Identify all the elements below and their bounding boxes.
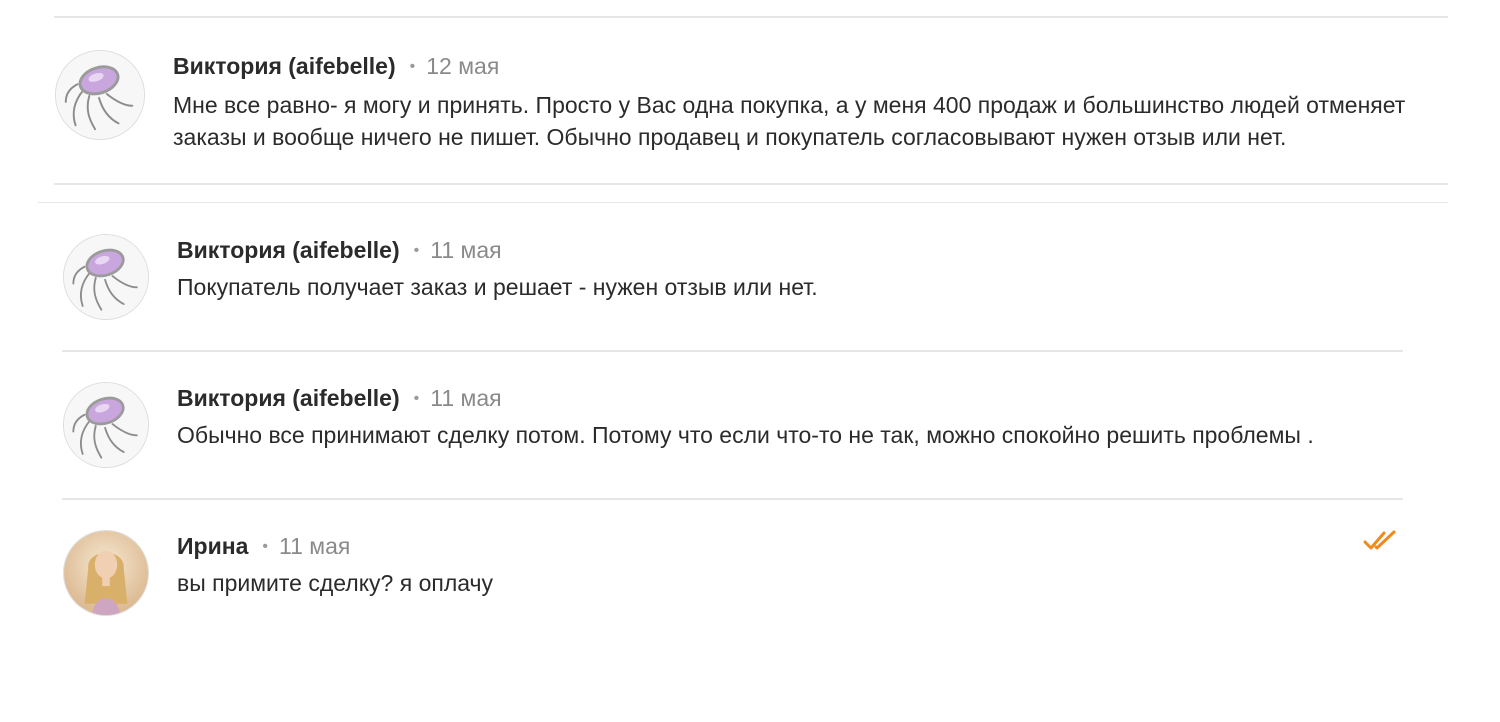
message-header: Виктория (aifebelle) • 11 мая — [177, 384, 502, 416]
meta-separator: • — [262, 538, 269, 555]
ring-amethyst-avatar-icon — [56, 51, 144, 139]
meta-separator: • — [413, 390, 420, 407]
message-text: вы примите сделку? я оплачу — [177, 570, 494, 596]
avatar[interactable] — [55, 50, 145, 140]
divider — [62, 498, 1403, 500]
avatar[interactable] — [63, 234, 149, 320]
message-date: 11 мая — [430, 237, 502, 263]
user-photo-avatar-icon — [64, 531, 148, 615]
divider — [54, 183, 1448, 185]
message-header: Ирина • 11 мая — [177, 532, 350, 564]
message-text: Обычно все принимают сделку потом. Потом… — [177, 422, 1314, 448]
message-header: Виктория (aifebelle) • 12 мая — [173, 52, 499, 84]
author-name[interactable]: Виктория (aifebelle) — [177, 237, 400, 263]
message-date: 11 мая — [279, 533, 351, 559]
message-text: Мне все равно- я могу и принять. Просто … — [173, 92, 1406, 150]
ring-amethyst-avatar-icon — [64, 235, 148, 319]
meta-separator: • — [409, 58, 416, 75]
author-name[interactable]: Виктория (aifebelle) — [173, 53, 396, 79]
divider-top — [54, 16, 1448, 18]
message-date: 12 мая — [426, 53, 500, 79]
divider — [62, 350, 1403, 352]
divider — [38, 202, 1448, 203]
message-date: 11 мая — [430, 385, 502, 411]
avatar[interactable] — [63, 382, 149, 468]
message-header: Виктория (aifebelle) • 11 мая — [177, 236, 502, 268]
meta-separator: • — [413, 242, 420, 259]
double-check-read-icon — [1363, 530, 1396, 550]
author-name[interactable]: Виктория (aifebelle) — [177, 385, 400, 411]
message-text: Покупатель получает заказ и решает - нуж… — [177, 274, 818, 300]
avatar[interactable] — [63, 530, 149, 616]
author-name[interactable]: Ирина — [177, 533, 248, 559]
ring-amethyst-avatar-icon — [64, 383, 148, 467]
